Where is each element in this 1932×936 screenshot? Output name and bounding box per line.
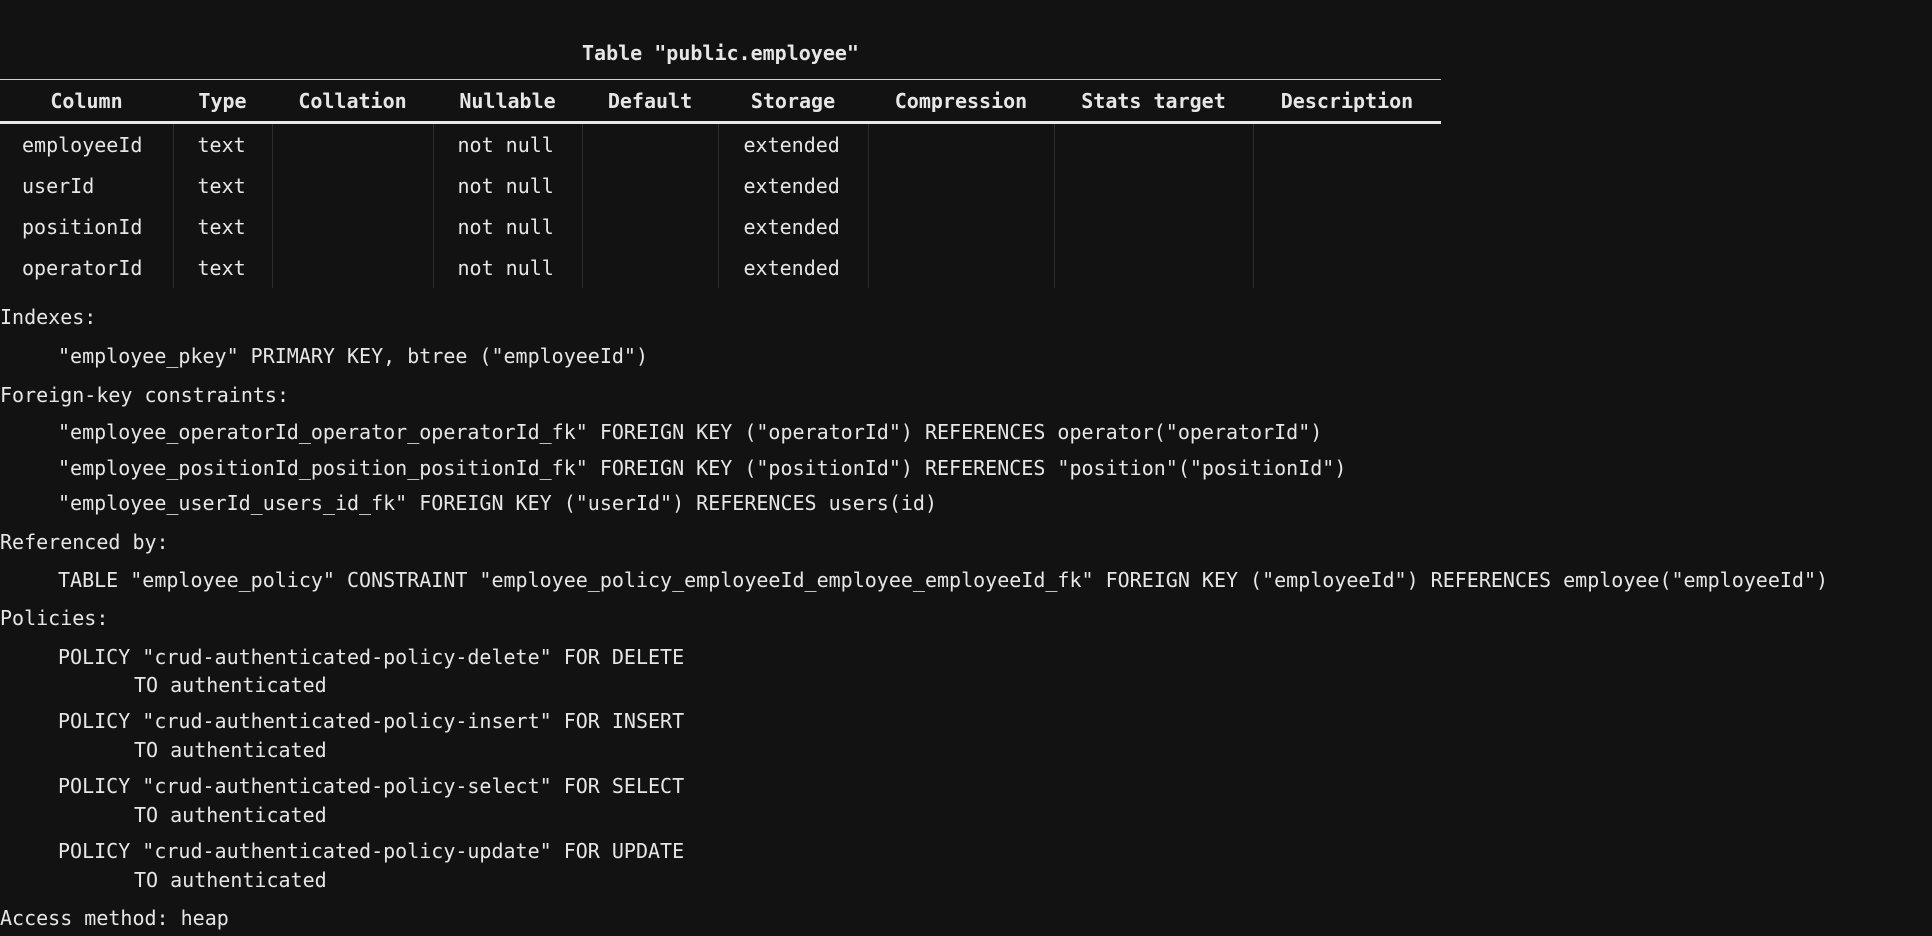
policy-role-insert: TO authenticated: [134, 738, 327, 762]
cell-compression: [868, 206, 1055, 247]
cell-description: [1253, 165, 1441, 206]
cell-storage-value: extended: [743, 132, 840, 157]
cell-column-name: userId: [22, 173, 95, 198]
referenced-by-header: Referenced by:: [0, 530, 169, 554]
foreign-key-item: "employee_operatorId_operator_operatorId…: [58, 420, 1323, 444]
cell-collation: [272, 206, 434, 247]
cell-type: text: [173, 122, 273, 165]
cell-type-value: text: [197, 173, 246, 198]
cell-column: employeeId: [0, 122, 174, 165]
column-header-storage: Storage: [718, 79, 868, 124]
cell-nullable: not null: [433, 165, 583, 206]
cell-type-value: text: [197, 132, 246, 157]
table-title: Table "public.employee": [582, 41, 859, 65]
cell-nullable: not null: [433, 247, 583, 288]
cell-storage: extended: [718, 206, 869, 247]
table-row: employeeId text not null extended: [0, 122, 1441, 166]
column-header-nullable: Nullable: [433, 79, 582, 124]
cell-default: [582, 122, 719, 165]
cell-stats-target: [1054, 247, 1254, 288]
cell-type-value: text: [197, 214, 246, 239]
cell-default: [582, 247, 719, 288]
cell-storage: extended: [718, 122, 869, 165]
referenced-by-item: TABLE "employee_policy" CONSTRAINT "empl…: [58, 568, 1829, 592]
cell-nullable-value: not null: [457, 214, 554, 239]
cell-description: [1253, 206, 1441, 247]
table-row: positionId text not null extended: [0, 206, 1441, 247]
cell-column: operatorId: [0, 247, 174, 288]
column-header-column: Column: [0, 79, 173, 124]
cell-storage-value: extended: [743, 255, 840, 280]
cell-collation: [272, 122, 434, 165]
cell-type: text: [173, 165, 273, 206]
cell-column-name: positionId: [22, 214, 143, 239]
cell-description: [1253, 247, 1441, 288]
column-header-type: Type: [173, 79, 272, 124]
cell-stats-target: [1054, 122, 1254, 165]
terminal-output: Table "public.employee" Column Type Coll…: [0, 0, 1932, 936]
policy-role-update: TO authenticated: [134, 868, 327, 892]
column-header-default: Default: [582, 79, 718, 124]
cell-default: [582, 206, 719, 247]
cell-column-name: operatorId: [22, 255, 143, 280]
cell-storage: extended: [718, 247, 869, 288]
column-table: Column Type Collation Nullable Default S…: [0, 79, 1441, 288]
index-item: "employee_pkey" PRIMARY KEY, btree ("emp…: [58, 344, 649, 368]
column-header-description: Description: [1253, 79, 1441, 124]
cell-compression: [868, 122, 1055, 165]
cell-type: text: [173, 206, 273, 247]
policies-header: Policies:: [0, 606, 109, 630]
cell-storage: extended: [718, 165, 869, 206]
column-header-stats-target: Stats target: [1054, 79, 1253, 124]
policy-item-delete: POLICY "crud-authenticated-policy-delete…: [58, 645, 685, 669]
cell-stats-target: [1054, 165, 1254, 206]
cell-storage-value: extended: [743, 214, 840, 239]
policy-item-insert: POLICY "crud-authenticated-policy-insert…: [58, 709, 685, 733]
cell-collation: [272, 247, 434, 288]
cell-type-value: text: [197, 255, 246, 280]
cell-nullable: not null: [433, 122, 583, 165]
cell-nullable-value: not null: [457, 173, 554, 198]
table-row: operatorId text not null extended: [0, 247, 1441, 288]
table-header-row: Column Type Collation Nullable Default S…: [0, 79, 1441, 124]
cell-column: userId: [0, 165, 174, 206]
policy-role-select: TO authenticated: [134, 803, 327, 827]
foreign-key-item: "employee_userId_users_id_fk" FOREIGN KE…: [58, 491, 937, 515]
cell-type: text: [173, 247, 273, 288]
column-header-collation: Collation: [272, 79, 433, 124]
table-row: userId text not null extended: [0, 165, 1441, 206]
foreign-keys-header: Foreign-key constraints:: [0, 383, 289, 407]
cell-description: [1253, 123, 1441, 166]
cell-column: positionId: [0, 206, 174, 247]
cell-compression: [868, 165, 1055, 206]
policy-role-delete: TO authenticated: [134, 673, 327, 697]
cell-nullable: not null: [433, 206, 583, 247]
access-method: Access method: heap: [0, 906, 229, 930]
policy-item-update: POLICY "crud-authenticated-policy-update…: [58, 839, 685, 863]
cell-storage-value: extended: [743, 173, 840, 198]
cell-default: [582, 165, 719, 206]
indexes-header: Indexes:: [0, 305, 97, 329]
cell-nullable-value: not null: [457, 132, 554, 157]
column-header-compression: Compression: [868, 79, 1054, 124]
policy-item-select: POLICY "crud-authenticated-policy-select…: [58, 774, 685, 798]
cell-collation: [272, 165, 434, 206]
cell-compression: [868, 247, 1055, 288]
foreign-key-item: "employee_positionId_position_positionId…: [58, 456, 1347, 480]
cell-column-name: employeeId: [22, 132, 143, 157]
cell-nullable-value: not null: [457, 255, 554, 280]
cell-stats-target: [1054, 206, 1254, 247]
